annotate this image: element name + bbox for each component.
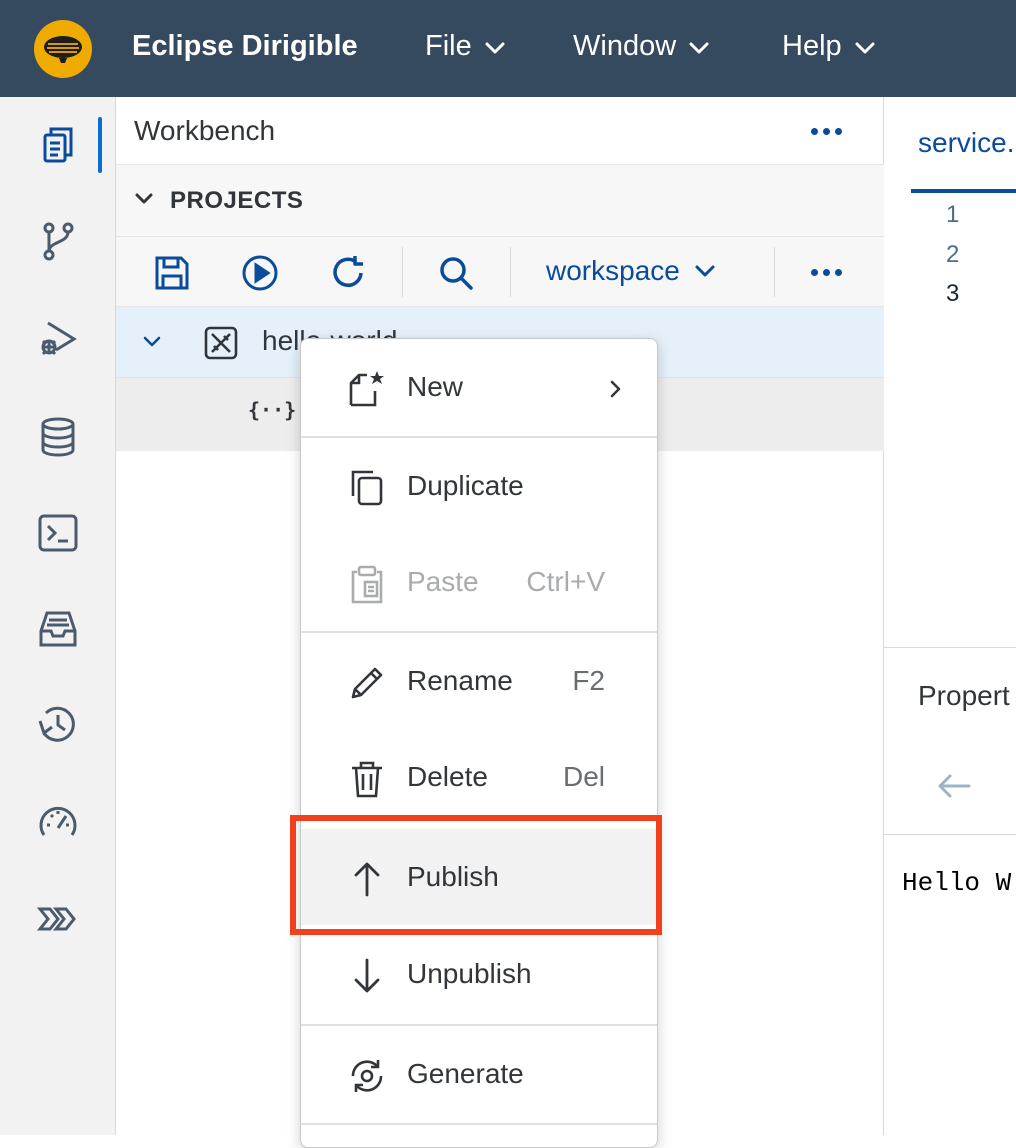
chevron-down-icon <box>135 193 153 204</box>
save-icon[interactable] <box>150 251 194 295</box>
arrow-down-icon <box>354 958 380 993</box>
menu-file-label: File <box>425 30 472 62</box>
arrow-left-icon[interactable] <box>936 772 972 800</box>
projects-toolbar: workspace <box>116 237 884 307</box>
refresh-icon[interactable] <box>326 251 370 295</box>
paste-icon <box>351 565 383 604</box>
context-menu: New Duplicate Paste Ctrl+V Rename F2 Del… <box>300 338 658 1148</box>
toolbar-separator <box>510 247 511 297</box>
active-indicator <box>98 117 102 173</box>
shell-bar: Eclipse Dirigible File Window Help <box>0 0 1016 97</box>
menu-window[interactable]: Window <box>573 30 710 63</box>
database-icon[interactable] <box>30 409 86 465</box>
menu-item-delete[interactable]: Delete Del <box>301 729 657 825</box>
app-title[interactable]: Eclipse Dirigible <box>132 30 358 63</box>
menu-item-rename[interactable]: Rename F2 <box>301 633 657 729</box>
run-icon[interactable] <box>238 251 282 295</box>
chevron-down-icon <box>695 265 715 277</box>
more-options-icon[interactable] <box>811 269 842 276</box>
publish-highlight-box <box>290 815 662 935</box>
activity-bar <box>0 97 116 1135</box>
new-file-icon <box>349 371 384 407</box>
menu-item-shortcut: Ctrl+V <box>526 566 605 597</box>
workspace-select[interactable]: workspace <box>546 255 716 287</box>
git-branch-icon[interactable] <box>30 213 86 269</box>
inbox-icon[interactable] <box>30 601 86 657</box>
chevron-right-icon <box>610 380 621 398</box>
toolbar-separator <box>402 247 403 297</box>
menu-file[interactable]: File <box>425 30 506 63</box>
line-number: 1 <box>946 201 960 228</box>
menu-item-label: Duplicate <box>407 470 524 501</box>
menu-item-label: Paste <box>407 566 479 597</box>
menu-item-generate[interactable]: Generate <box>301 1026 657 1122</box>
gauge-icon[interactable] <box>30 795 86 851</box>
projects-section-title: PROJECTS <box>170 187 304 214</box>
menu-item-shortcut: F2 <box>572 665 605 696</box>
properties-panel: Propert Hello W <box>884 647 1016 1135</box>
chevrons-icon[interactable] <box>30 891 86 947</box>
more-options-icon[interactable] <box>811 128 842 135</box>
workbench-header: Workbench <box>116 97 884 165</box>
trash-icon <box>352 761 382 798</box>
editor-area: service. 1 2 3 <box>884 97 1016 647</box>
search-icon[interactable] <box>434 251 478 295</box>
projects-icon[interactable] <box>30 117 86 173</box>
menu-help-label: Help <box>782 30 842 62</box>
chevron-down-icon <box>689 42 709 53</box>
menu-item-label: Unpublish <box>407 958 532 989</box>
line-number: 2 <box>946 241 960 268</box>
menu-item-unpublish[interactable]: Unpublish <box>301 926 657 1022</box>
debug-icon[interactable] <box>30 311 86 367</box>
history-icon[interactable] <box>30 697 86 753</box>
menu-item-label: New <box>407 371 464 402</box>
editor-tab[interactable]: service. <box>918 127 1014 159</box>
menu-item-duplicate[interactable]: Duplicate <box>301 438 657 534</box>
properties-title: Propert <box>918 680 1010 711</box>
active-tab-indicator <box>911 189 1016 193</box>
pencil-icon <box>351 667 383 699</box>
project-icon <box>204 326 238 360</box>
menu-item-new[interactable]: New <box>301 339 657 435</box>
workbench-title: Workbench <box>134 115 276 146</box>
menu-item-paste[interactable]: Paste Ctrl+V <box>301 534 657 630</box>
menu-window-label: Window <box>573 30 677 62</box>
menu-item-label: Generate <box>407 1058 524 1089</box>
chevron-down-icon <box>485 42 505 53</box>
chevron-down-icon[interactable] <box>142 335 162 349</box>
menu-item-label: Delete <box>407 761 488 792</box>
projects-section-header[interactable]: PROJECTS <box>116 165 884 237</box>
chevron-down-icon <box>855 42 875 53</box>
toolbar-separator <box>774 247 775 297</box>
menu-item-shortcut: Del <box>562 761 605 792</box>
duplicate-icon <box>351 470 383 506</box>
console-output: Hello W <box>902 868 1012 898</box>
json-file-icon: {··} <box>248 398 297 422</box>
divider <box>884 834 1016 835</box>
generate-icon <box>351 1060 383 1092</box>
menu-item-label: Rename <box>407 665 513 696</box>
dirigible-logo-icon[interactable] <box>34 20 92 78</box>
workspace-label: workspace <box>546 255 680 286</box>
terminal-icon[interactable] <box>30 505 86 561</box>
menu-separator <box>301 1123 657 1125</box>
menu-help[interactable]: Help <box>782 30 876 63</box>
line-number: 3 <box>946 280 960 307</box>
